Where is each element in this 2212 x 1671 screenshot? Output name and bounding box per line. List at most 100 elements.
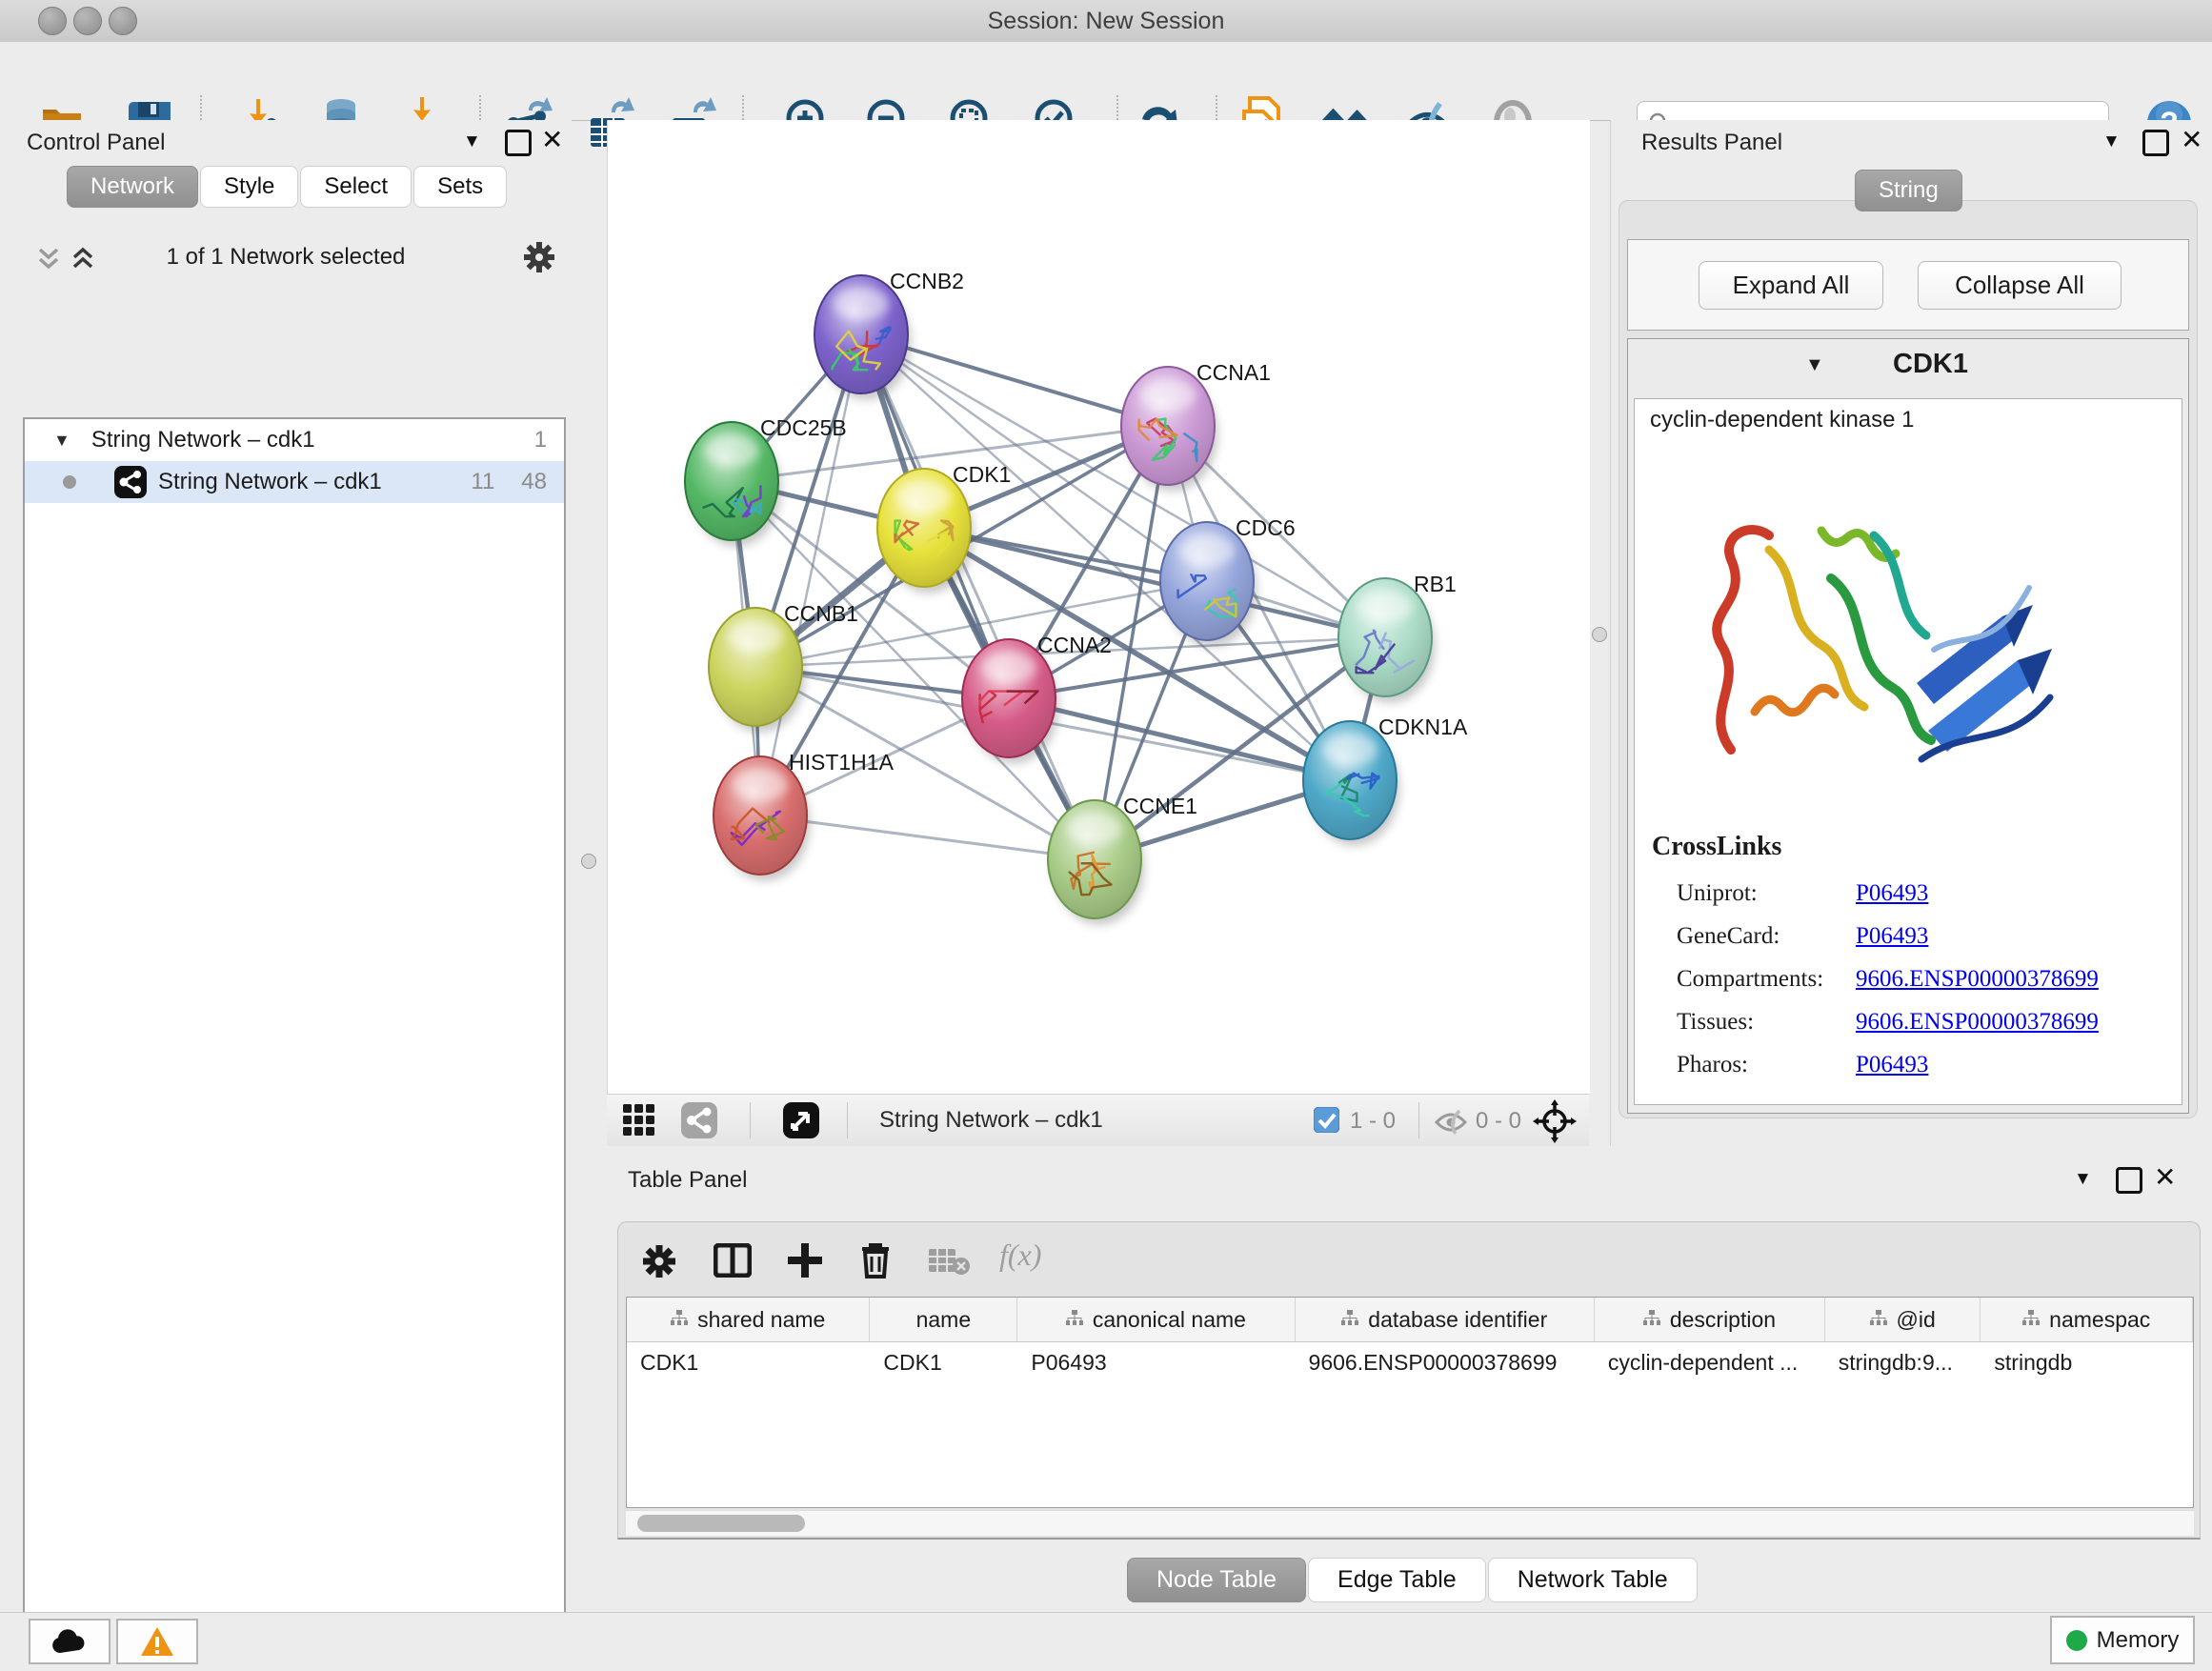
collapse-all-button[interactable]: Collapse All <box>1918 261 2122 310</box>
collapse-all-chevron-icon[interactable] <box>36 246 61 277</box>
tab-node-table[interactable]: Node Table <box>1127 1558 1306 1602</box>
column-header-shared-name[interactable]: shared name <box>627 1298 870 1341</box>
node-label-CCNA2: CCNA2 <box>1037 633 1112 657</box>
network-node-CDC25B[interactable]: CDC25B <box>685 415 847 547</box>
results-panel-title: Results Panel <box>1641 130 1782 156</box>
network-node-RB1[interactable]: RB1 <box>1338 572 1457 703</box>
crosslink-value-link[interactable]: 9606.ENSP00000378699 <box>1856 1009 2099 1036</box>
table-panel-menu-icon[interactable]: ▼ <box>2074 1169 2092 1190</box>
table-body: CDK1CDK1P064939606.ENSP00000378699cyclin… <box>627 1342 2193 1382</box>
tab-style[interactable]: Style <box>200 166 298 208</box>
right-splitter-handle[interactable] <box>1592 627 1607 642</box>
table-cell[interactable]: cyclin-dependent ... <box>1595 1342 1825 1382</box>
main-toolbar: ? <box>0 42 2212 121</box>
network-view-canvas[interactable]: CCNB2CCNA1CDC25BCDK1CDC6RB1CCNB1CCNA2CDK… <box>607 120 1590 1094</box>
detach-view-icon[interactable] <box>783 1102 819 1143</box>
network-node-CCNE1[interactable]: CCNE1 <box>1048 794 1197 925</box>
network-tree: ▼ String Network – cdk1 1 String Network… <box>23 417 566 1671</box>
crosslink-value-link[interactable]: P06493 <box>1856 880 1928 907</box>
network-node-HIST1H1A[interactable]: HIST1H1A <box>714 750 895 881</box>
crosslinks-title: CrossLinks <box>1652 832 1781 862</box>
network-row[interactable]: String Network – cdk1 11 48 <box>25 461 564 503</box>
column-header-namespac[interactable]: namespac <box>1981 1298 2193 1341</box>
column-header--id[interactable]: @id <box>1825 1298 1981 1341</box>
tab-edge-table[interactable]: Edge Table <box>1308 1558 1486 1602</box>
node-label-CDC25B: CDC25B <box>760 415 847 440</box>
column-header-label: shared name <box>697 1307 825 1333</box>
grid-view-icon[interactable] <box>622 1103 656 1142</box>
crosslink-value-link[interactable]: 9606.ENSP00000378699 <box>1856 966 2099 993</box>
table-cell[interactable]: stringdb <box>1981 1342 2193 1382</box>
results-panel-close-icon[interactable]: ✕ <box>2181 130 2202 151</box>
column-header-label: description <box>1670 1307 1776 1333</box>
column-header-description[interactable]: description <box>1595 1298 1825 1341</box>
table-panel: Table Panel ▼ ✕ f(x) shared namenamecano… <box>607 1146 2212 1612</box>
tab-network[interactable]: Network <box>67 166 198 208</box>
tab-sets[interactable]: Sets <box>413 166 507 208</box>
memory-button[interactable]: Memory <box>2050 1616 2195 1664</box>
string-view-icon[interactable] <box>681 1102 717 1143</box>
control-panel: Control Panel ▼ ✕ NetworkStyleSelectSets… <box>0 120 572 1612</box>
crosslink-label: Tissues: <box>1677 1009 1856 1036</box>
left-splitter-handle[interactable] <box>581 854 596 869</box>
network-node-CDC6[interactable]: CDC6 <box>1160 515 1296 647</box>
control-panel-close-icon[interactable]: ✕ <box>541 130 563 151</box>
network-edge-CCNB2-CCNE1[interactable] <box>861 334 1095 859</box>
node-label-CDKN1A: CDKN1A <box>1378 715 1468 739</box>
table-cell[interactable]: CDK1 <box>627 1342 870 1382</box>
column-header-label: database identifier <box>1368 1307 1547 1333</box>
function-builder-icon[interactable]: f(x) <box>999 1238 1041 1273</box>
crosslink-row: Compartments:9606.ENSP00000378699 <box>1677 957 2172 1000</box>
network-collection-row[interactable]: ▼ String Network – cdk1 1 <box>25 419 564 461</box>
crosslink-row: GeneCard:P06493 <box>1677 915 2172 957</box>
node-label-CCNB2: CCNB2 <box>890 269 964 293</box>
tab-network-table[interactable]: Network Table <box>1488 1558 1698 1602</box>
expand-all-button[interactable]: Expand All <box>1699 261 1883 310</box>
table-header-row: shared name namecanonical name database id… <box>627 1298 2193 1342</box>
scrollbar-thumb[interactable] <box>637 1515 805 1532</box>
table-horizontal-scrollbar[interactable] <box>626 1510 2194 1536</box>
crosslink-value-link[interactable]: P06493 <box>1856 923 1928 950</box>
birds-eye-crosshair-icon[interactable] <box>1533 1099 1577 1148</box>
cdk1-entry-title: CDK1 <box>1893 349 1968 380</box>
delete-table-icon[interactable] <box>929 1247 971 1282</box>
network-options-gear-icon[interactable] <box>522 240 556 279</box>
warnings-button[interactable] <box>116 1619 198 1664</box>
control-panel-float-icon[interactable] <box>505 130 532 156</box>
tab-string[interactable]: String <box>1855 170 1962 211</box>
table-cell[interactable]: 9606.ENSP00000378699 <box>1296 1342 1595 1382</box>
table-row[interactable]: CDK1CDK1P064939606.ENSP00000378699cyclin… <box>627 1342 2193 1382</box>
toolbar-separator <box>1418 1102 1419 1138</box>
cloud-button[interactable] <box>29 1619 111 1664</box>
column-header-name[interactable]: name <box>870 1298 1017 1341</box>
show-columns-icon[interactable] <box>714 1243 752 1282</box>
network-edge-CCNB2-HIST1H1A[interactable] <box>760 334 861 815</box>
tab-select[interactable]: Select <box>300 166 412 208</box>
cdk1-collapse-icon[interactable]: ▼ <box>1805 354 1824 376</box>
crosslinks-list: Uniprot:P06493GeneCard:P06493Compartment… <box>1677 872 2172 1086</box>
network-node-CCNA2[interactable]: CCNA2 <box>962 633 1112 764</box>
delete-column-icon[interactable] <box>858 1241 893 1284</box>
results-panel-float-icon[interactable] <box>2142 130 2169 156</box>
expand-all-chevron-icon[interactable] <box>70 246 95 277</box>
collection-expand-icon[interactable]: ▼ <box>53 431 70 451</box>
table-panel-close-icon[interactable]: ✕ <box>2154 1167 2176 1188</box>
column-type-icon <box>2022 1307 2040 1333</box>
table-panel-float-icon[interactable] <box>2116 1167 2142 1194</box>
network-edge-HIST1H1A-CCNE1[interactable] <box>760 815 1095 859</box>
network-status-dot-icon <box>63 475 76 489</box>
create-column-icon[interactable] <box>786 1241 824 1284</box>
crosslink-value-link[interactable]: P06493 <box>1856 1052 1928 1078</box>
column-type-icon <box>671 1307 688 1333</box>
network-node-CCNA1[interactable]: CCNA1 <box>1121 360 1271 492</box>
table-cell[interactable]: CDK1 <box>870 1342 1017 1382</box>
table-cell[interactable]: P06493 <box>1017 1342 1295 1382</box>
column-header-database-identifier[interactable]: database identifier <box>1296 1298 1595 1341</box>
table-gear-icon[interactable] <box>641 1243 677 1284</box>
table-cell[interactable]: stringdb:9... <box>1825 1342 1981 1382</box>
cdk1-entry-panel: ▼ CDK1 cyclin-dependent kinase 1 <box>1627 338 2189 1114</box>
column-header-canonical-name[interactable]: canonical name <box>1017 1298 1295 1341</box>
control-panel-menu-icon[interactable]: ▼ <box>463 131 481 152</box>
network-node-CDKN1A[interactable]: CDKN1A <box>1303 715 1468 846</box>
results-panel-menu-icon[interactable]: ▼ <box>2102 131 2121 152</box>
